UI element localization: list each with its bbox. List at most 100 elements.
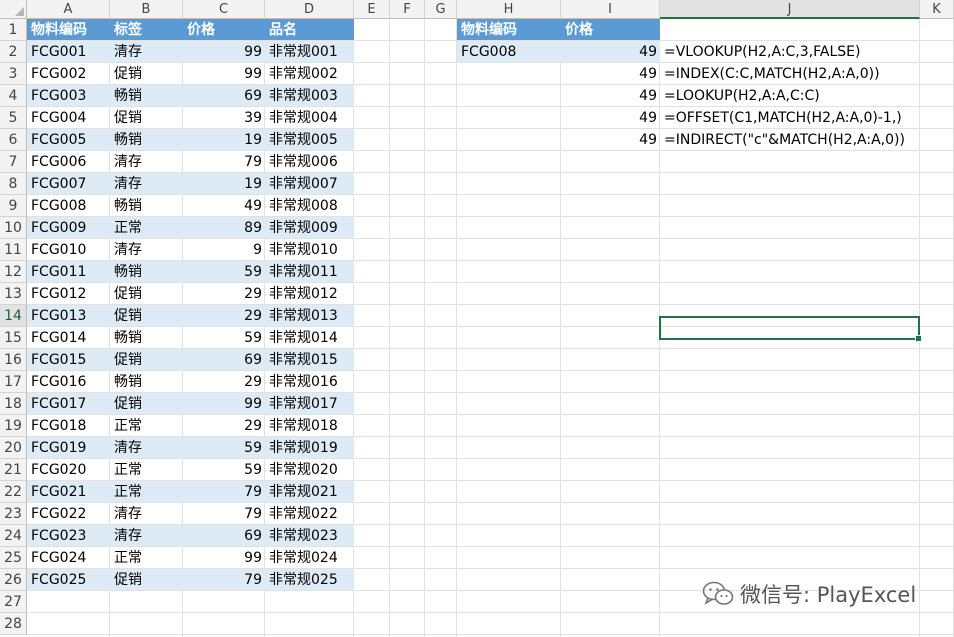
- row-header-19[interactable]: 19: [0, 415, 27, 437]
- row-header-1[interactable]: 1: [0, 19, 27, 41]
- cell-A17[interactable]: FCG016: [27, 371, 110, 393]
- cell-A8[interactable]: FCG007: [27, 173, 110, 195]
- cell-D7[interactable]: 非常规006: [265, 151, 354, 173]
- cell-B9[interactable]: 畅销: [110, 195, 183, 217]
- cell-D16[interactable]: 非常规015: [265, 349, 354, 371]
- row-header-5[interactable]: 5: [0, 107, 27, 129]
- column-header-J[interactable]: J: [660, 0, 920, 19]
- column-header-C[interactable]: C: [183, 0, 265, 19]
- cell-B3[interactable]: 促销: [110, 63, 183, 85]
- cell-C8[interactable]: 19: [183, 173, 265, 195]
- cell-A6[interactable]: FCG005: [27, 129, 110, 151]
- cell-B11[interactable]: 清存: [110, 239, 183, 261]
- cell-D9[interactable]: 非常规008: [265, 195, 354, 217]
- cell-A10[interactable]: FCG009: [27, 217, 110, 239]
- cell-A26[interactable]: FCG025: [27, 569, 110, 591]
- cell-C20[interactable]: 59: [183, 437, 265, 459]
- cell-D12[interactable]: 非常规011: [265, 261, 354, 283]
- cell-B24[interactable]: 清存: [110, 525, 183, 547]
- cell-A11[interactable]: FCG010: [27, 239, 110, 261]
- cell-C7[interactable]: 79: [183, 151, 265, 173]
- cell-B18[interactable]: 促销: [110, 393, 183, 415]
- cell-C16[interactable]: 69: [183, 349, 265, 371]
- cell-D20[interactable]: 非常规019: [265, 437, 354, 459]
- row-header-3[interactable]: 3: [0, 63, 27, 85]
- cell-D21[interactable]: 非常规020: [265, 459, 354, 481]
- row-header-4[interactable]: 4: [0, 85, 27, 107]
- cell-B21[interactable]: 正常: [110, 459, 183, 481]
- result-value-3[interactable]: 49: [561, 85, 660, 107]
- cell-B6[interactable]: 畅销: [110, 129, 183, 151]
- cell-B17[interactable]: 畅销: [110, 371, 183, 393]
- cell-D25[interactable]: 非常规024: [265, 547, 354, 569]
- cell-A4[interactable]: FCG003: [27, 85, 110, 107]
- row-header-22[interactable]: 22: [0, 481, 27, 503]
- row-header-16[interactable]: 16: [0, 349, 27, 371]
- column-header-K[interactable]: K: [920, 0, 954, 19]
- formula-text-3[interactable]: =LOOKUP(H2,A:A,C:C): [660, 85, 920, 107]
- cell-C23[interactable]: 79: [183, 503, 265, 525]
- cell-B4[interactable]: 畅销: [110, 85, 183, 107]
- cell-C5[interactable]: 39: [183, 107, 265, 129]
- cell-B7[interactable]: 清存: [110, 151, 183, 173]
- result-value-2[interactable]: 49: [561, 63, 660, 85]
- cell-B19[interactable]: 正常: [110, 415, 183, 437]
- cell-B14[interactable]: 促销: [110, 305, 183, 327]
- cell-C13[interactable]: 29: [183, 283, 265, 305]
- formula-text-1[interactable]: =VLOOKUP(H2,A:C,3,FALSE): [660, 41, 920, 63]
- cell-A18[interactable]: FCG017: [27, 393, 110, 415]
- formula-text-5[interactable]: =INDIRECT("c"&MATCH(H2,A:A,0)): [660, 129, 920, 151]
- table-header-B[interactable]: 标签: [110, 19, 183, 41]
- cell-A3[interactable]: FCG002: [27, 63, 110, 85]
- cell-D15[interactable]: 非常规014: [265, 327, 354, 349]
- cell-C4[interactable]: 69: [183, 85, 265, 107]
- lookup-header-price[interactable]: 价格: [561, 19, 660, 41]
- row-header-28[interactable]: 28: [0, 613, 27, 635]
- formula-text-4[interactable]: =OFFSET(C1,MATCH(H2,A:A,0)-1,): [660, 107, 920, 129]
- cell-D19[interactable]: 非常规018: [265, 415, 354, 437]
- cell-D4[interactable]: 非常规003: [265, 85, 354, 107]
- cell-A22[interactable]: FCG021: [27, 481, 110, 503]
- cell-D10[interactable]: 非常规009: [265, 217, 354, 239]
- cell-C6[interactable]: 19: [183, 129, 265, 151]
- row-header-14[interactable]: 14: [0, 305, 27, 327]
- cell-C22[interactable]: 79: [183, 481, 265, 503]
- cell-A7[interactable]: FCG006: [27, 151, 110, 173]
- cell-D13[interactable]: 非常规012: [265, 283, 354, 305]
- row-header-23[interactable]: 23: [0, 503, 27, 525]
- select-all-button[interactable]: [0, 0, 27, 19]
- cell-B2[interactable]: 清存: [110, 41, 183, 63]
- row-header-13[interactable]: 13: [0, 283, 27, 305]
- row-header-20[interactable]: 20: [0, 437, 27, 459]
- cell-A12[interactable]: FCG011: [27, 261, 110, 283]
- table-header-D[interactable]: 品名: [265, 19, 354, 41]
- column-header-D[interactable]: D: [265, 0, 354, 19]
- cell-A9[interactable]: FCG008: [27, 195, 110, 217]
- cell-B12[interactable]: 畅销: [110, 261, 183, 283]
- column-header-G[interactable]: G: [425, 0, 457, 19]
- active-cell-J14[interactable]: [659, 316, 920, 340]
- row-header-9[interactable]: 9: [0, 195, 27, 217]
- cell-D8[interactable]: 非常规007: [265, 173, 354, 195]
- row-header-10[interactable]: 10: [0, 217, 27, 239]
- column-header-E[interactable]: E: [354, 0, 390, 19]
- cell-D14[interactable]: 非常规013: [265, 305, 354, 327]
- cell-B26[interactable]: 促销: [110, 569, 183, 591]
- cell-B5[interactable]: 促销: [110, 107, 183, 129]
- cell-C9[interactable]: 49: [183, 195, 265, 217]
- cell-B10[interactable]: 正常: [110, 217, 183, 239]
- cell-C10[interactable]: 89: [183, 217, 265, 239]
- row-header-25[interactable]: 25: [0, 547, 27, 569]
- row-header-24[interactable]: 24: [0, 525, 27, 547]
- cell-B23[interactable]: 清存: [110, 503, 183, 525]
- row-header-18[interactable]: 18: [0, 393, 27, 415]
- cell-C15[interactable]: 59: [183, 327, 265, 349]
- cell-C19[interactable]: 29: [183, 415, 265, 437]
- table-header-A[interactable]: 物料编码: [27, 19, 110, 41]
- cell-A13[interactable]: FCG012: [27, 283, 110, 305]
- cell-C26[interactable]: 79: [183, 569, 265, 591]
- cell-C2[interactable]: 99: [183, 41, 265, 63]
- cell-C21[interactable]: 59: [183, 459, 265, 481]
- cell-D6[interactable]: 非常规005: [265, 129, 354, 151]
- row-header-15[interactable]: 15: [0, 327, 27, 349]
